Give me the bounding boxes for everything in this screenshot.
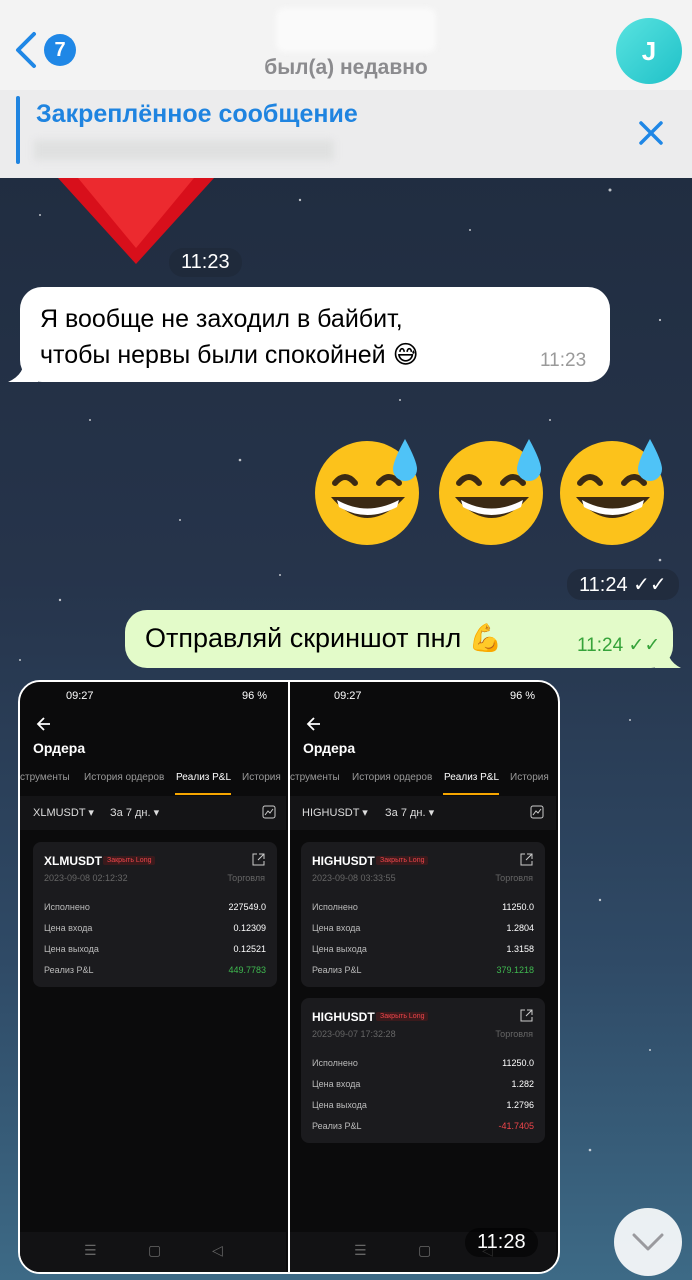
period-filter: За 7 дн. ▾ xyxy=(385,807,435,819)
status-bar-clock: 09:27 xyxy=(66,690,94,702)
card-symbol: HIGHUSDT xyxy=(312,854,375,868)
share-icon xyxy=(252,853,265,866)
symbol-filter: XLMUSDT ▾ xyxy=(33,807,94,819)
screenshot-xlmusdt[interactable]: 09:27 96 % Ордера струменты История орде… xyxy=(20,682,286,1272)
chevron-down-icon xyxy=(632,1233,664,1251)
card-row: Исполнено 227549.0 xyxy=(44,902,266,912)
symbol-filter: HIGHUSDT ▾ xyxy=(302,807,368,819)
sweat-smile-emoji[interactable] xyxy=(437,435,549,547)
card-kind: Торговля xyxy=(495,1029,533,1039)
card-row: Цена входа 1.2804 xyxy=(312,923,534,933)
card-row: Цена выхода 0.12521 xyxy=(44,944,266,954)
tab-underline xyxy=(175,793,231,795)
message-time: 11:23 xyxy=(169,248,242,277)
home-icon: ▢ xyxy=(148,1242,162,1258)
card-row: Цена входа 1.282 xyxy=(312,1079,534,1089)
message-text: Я вообще не заходил в байбит, чтобы нерв… xyxy=(40,305,419,369)
message-time-read: 11:24 ✓✓ xyxy=(577,635,661,656)
period-filter: За 7 дн. ▾ xyxy=(110,807,160,819)
card-symbol: XLMUSDT xyxy=(44,854,102,868)
incoming-message-bubble[interactable]: Я вообще не заходил в байбит, чтобы нерв… xyxy=(20,287,610,382)
page-title: Ордера xyxy=(33,740,86,756)
tab-bar: струменты История ордеров Реализ P&L Ист… xyxy=(20,772,286,794)
card-row: Исполнено 11250.0 xyxy=(312,902,534,912)
screenshot-highusdt[interactable]: 09:27 96 % Ордера струменты История орде… xyxy=(290,682,556,1272)
tab-history: История xyxy=(242,772,281,783)
status-bar-battery: 96 % xyxy=(242,690,268,702)
pnl-card: HIGHUSDT Закрыть Long 2023-09-08 03:33:5… xyxy=(301,842,545,987)
message-text: Отправляй скриншот пнл 💪 xyxy=(145,623,503,653)
card-row: Цена выхода 1.2796 xyxy=(312,1100,534,1110)
status-bar-clock: 09:27 xyxy=(334,690,362,702)
card-row: Реализ P&L 449.7783 xyxy=(44,965,266,975)
tab-realized-pnl: Реализ P&L xyxy=(444,772,500,783)
close-icon[interactable] xyxy=(636,118,666,148)
message-time: 11:28 xyxy=(465,1228,538,1257)
card-row: Цена выхода 1.3158 xyxy=(312,944,534,954)
contact-status: был(а) недавно xyxy=(264,56,428,79)
menu-icon: ☰ xyxy=(84,1242,97,1258)
card-date: 2023-09-08 03:33:55 xyxy=(312,873,396,883)
bubble-tail xyxy=(655,642,681,668)
filter-bar: XLMUSDT ▾ За 7 дн. ▾ xyxy=(20,796,286,830)
pnl-card: XLMUSDT Закрыть Long 2023-09-08 02:12:32… xyxy=(33,842,277,987)
pinned-message-bar[interactable]: Закреплённое сообщение xyxy=(0,90,692,178)
android-nav-bar: ☰ ▢ ◁ xyxy=(20,1232,286,1272)
tab-bar: струменты История ордеров Реализ P&L Ист… xyxy=(290,772,556,794)
card-kind: Торговля xyxy=(495,873,533,883)
pinned-title: Закреплённое сообщение xyxy=(36,100,358,128)
share-icon xyxy=(520,1009,533,1022)
menu-icon: ☰ xyxy=(354,1242,367,1258)
bubble-tail xyxy=(8,356,38,382)
tab-underline xyxy=(443,793,499,795)
arrow-left-icon xyxy=(306,717,320,731)
share-icon xyxy=(520,853,533,866)
card-kind: Торговля xyxy=(227,873,265,883)
home-icon: ▢ xyxy=(418,1242,432,1258)
tab-realized-pnl: Реализ P&L xyxy=(176,772,232,783)
photo-album-message[interactable]: 09:27 96 % Ордера струменты История орде… xyxy=(18,680,560,1274)
sweat-smile-emoji[interactable] xyxy=(558,435,670,547)
message-time-read: 11:24 ✓✓ xyxy=(567,569,679,600)
card-date: 2023-09-07 17:32:28 xyxy=(312,1029,396,1039)
chart-icon xyxy=(530,805,544,819)
card-row: Исполнено 11250.0 xyxy=(312,1058,534,1068)
close-long-tag: Закрыть Long xyxy=(103,856,156,865)
tab-instruments: струменты xyxy=(290,772,340,783)
chat-header: 7 был(а) недавно J xyxy=(0,0,692,90)
pinned-indicator xyxy=(16,96,20,164)
tab-order-history: История ордеров xyxy=(84,772,165,783)
tab-history: История xyxy=(510,772,549,783)
page-title: Ордера xyxy=(303,740,356,756)
message-time: 11:23 xyxy=(540,350,587,371)
card-symbol: HIGHUSDT xyxy=(312,1010,375,1024)
outgoing-message-bubble[interactable]: Отправляй скриншот пнл 💪 11:24 ✓✓ xyxy=(125,610,673,668)
card-date: 2023-09-08 02:12:32 xyxy=(44,873,128,883)
filter-bar: HIGHUSDT ▾ За 7 дн. ▾ xyxy=(290,796,556,830)
sweat-smile-emoji[interactable] xyxy=(313,435,425,547)
arrow-left-icon xyxy=(36,717,50,731)
back-triangle-icon: ◁ xyxy=(212,1242,223,1258)
card-row: Реализ P&L -41.7405 xyxy=(312,1121,534,1131)
card-row: Реализ P&L 379.1218 xyxy=(312,965,534,975)
card-row: Цена входа 0.12309 xyxy=(44,923,266,933)
avatar[interactable]: J xyxy=(616,18,682,84)
close-long-tag: Закрыть Long xyxy=(376,1012,429,1021)
pinned-text-blurred xyxy=(34,140,334,160)
double-check-icon: ✓✓ xyxy=(633,574,667,596)
close-long-tag: Закрыть Long xyxy=(376,856,429,865)
tab-instruments: струменты xyxy=(20,772,70,783)
chart-icon xyxy=(262,805,276,819)
scroll-down-button[interactable] xyxy=(614,1208,682,1276)
contact-name-blurred[interactable] xyxy=(276,8,436,52)
tab-order-history: История ордеров xyxy=(352,772,433,783)
pnl-card: HIGHUSDT Закрыть Long 2023-09-07 17:32:2… xyxy=(301,998,545,1143)
status-bar-battery: 96 % xyxy=(510,690,536,702)
